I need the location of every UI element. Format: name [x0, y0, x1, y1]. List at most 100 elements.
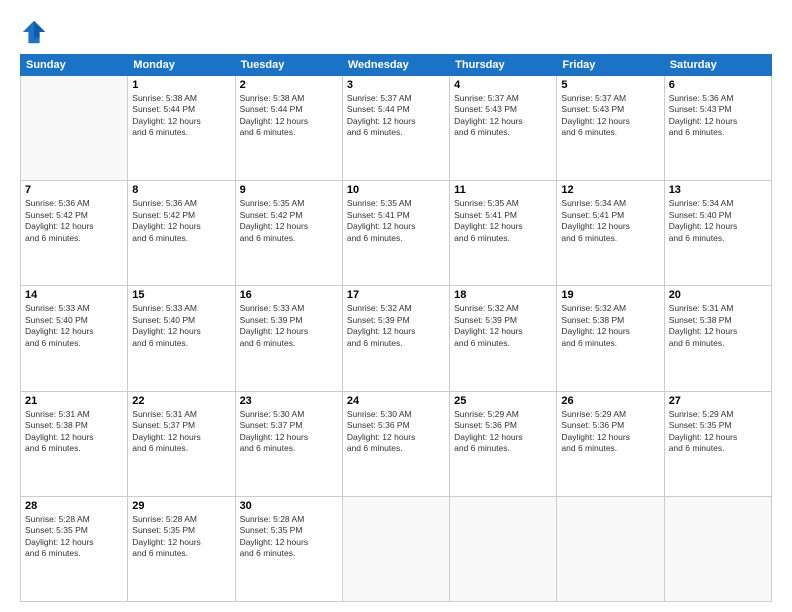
day-info: Sunrise: 5:38 AM Sunset: 5:44 PM Dayligh… [240, 93, 338, 139]
calendar-cell: 1 Sunrise: 5:38 AM Sunset: 5:44 PM Daylig… [128, 76, 235, 181]
day-info: Sunrise: 5:37 AM Sunset: 5:43 PM Dayligh… [454, 93, 552, 139]
calendar-cell [21, 76, 128, 181]
calendar-cell [342, 496, 449, 601]
calendar-cell: 27 Sunrise: 5:29 AM Sunset: 5:35 PM Dayli… [664, 391, 771, 496]
day-info: Sunrise: 5:35 AM Sunset: 5:42 PM Dayligh… [240, 198, 338, 244]
calendar-cell: 19 Sunrise: 5:32 AM Sunset: 5:38 PM Dayli… [557, 286, 664, 391]
day-info: Sunrise: 5:33 AM Sunset: 5:39 PM Dayligh… [240, 303, 338, 349]
day-number: 21 [25, 395, 123, 407]
calendar-cell: 9 Sunrise: 5:35 AM Sunset: 5:42 PM Daylig… [235, 181, 342, 286]
day-info: Sunrise: 5:37 AM Sunset: 5:44 PM Dayligh… [347, 93, 445, 139]
calendar-cell: 6 Sunrise: 5:36 AM Sunset: 5:43 PM Daylig… [664, 76, 771, 181]
weekday-header-thursday: Thursday [450, 55, 557, 76]
day-info: Sunrise: 5:36 AM Sunset: 5:42 PM Dayligh… [132, 198, 230, 244]
day-number: 14 [25, 289, 123, 301]
day-number: 4 [454, 79, 552, 91]
calendar-cell: 10 Sunrise: 5:35 AM Sunset: 5:41 PM Dayli… [342, 181, 449, 286]
day-number: 19 [561, 289, 659, 301]
header [20, 18, 772, 46]
day-number: 30 [240, 500, 338, 512]
day-number: 7 [25, 184, 123, 196]
day-number: 9 [240, 184, 338, 196]
day-number: 27 [669, 395, 767, 407]
day-number: 1 [132, 79, 230, 91]
day-number: 2 [240, 79, 338, 91]
calendar-cell: 5 Sunrise: 5:37 AM Sunset: 5:43 PM Daylig… [557, 76, 664, 181]
page: SundayMondayTuesdayWednesdayThursdayFrid… [0, 0, 792, 612]
day-info: Sunrise: 5:34 AM Sunset: 5:41 PM Dayligh… [561, 198, 659, 244]
calendar-cell: 26 Sunrise: 5:29 AM Sunset: 5:36 PM Dayli… [557, 391, 664, 496]
day-info: Sunrise: 5:37 AM Sunset: 5:43 PM Dayligh… [561, 93, 659, 139]
calendar-cell: 8 Sunrise: 5:36 AM Sunset: 5:42 PM Daylig… [128, 181, 235, 286]
day-number: 26 [561, 395, 659, 407]
weekday-header-wednesday: Wednesday [342, 55, 449, 76]
day-number: 6 [669, 79, 767, 91]
day-info: Sunrise: 5:31 AM Sunset: 5:37 PM Dayligh… [132, 409, 230, 455]
day-number: 13 [669, 184, 767, 196]
day-number: 25 [454, 395, 552, 407]
day-number: 22 [132, 395, 230, 407]
day-info: Sunrise: 5:28 AM Sunset: 5:35 PM Dayligh… [25, 514, 123, 560]
calendar-cell [450, 496, 557, 601]
day-info: Sunrise: 5:33 AM Sunset: 5:40 PM Dayligh… [25, 303, 123, 349]
logo-icon [20, 18, 48, 46]
calendar-cell: 2 Sunrise: 5:38 AM Sunset: 5:44 PM Daylig… [235, 76, 342, 181]
calendar-cell: 24Sunrise: 5:30 AM Sunset: 5:36 PM Dayli… [342, 391, 449, 496]
day-info: Sunrise: 5:38 AM Sunset: 5:44 PM Dayligh… [132, 93, 230, 139]
calendar-cell: 12 Sunrise: 5:34 AM Sunset: 5:41 PM Dayli… [557, 181, 664, 286]
day-info: Sunrise: 5:33 AM Sunset: 5:40 PM Dayligh… [132, 303, 230, 349]
calendar-cell: 4 Sunrise: 5:37 AM Sunset: 5:43 PM Daylig… [450, 76, 557, 181]
day-number: 18 [454, 289, 552, 301]
week-row-3: 14 Sunrise: 5:33 AM Sunset: 5:40 PM Dayli… [21, 286, 772, 391]
day-number: 8 [132, 184, 230, 196]
week-row-1: 1 Sunrise: 5:38 AM Sunset: 5:44 PM Daylig… [21, 76, 772, 181]
weekday-header-sunday: Sunday [21, 55, 128, 76]
weekday-header-monday: Monday [128, 55, 235, 76]
day-info: Sunrise: 5:32 AM Sunset: 5:38 PM Dayligh… [561, 303, 659, 349]
day-info: Sunrise: 5:36 AM Sunset: 5:43 PM Dayligh… [669, 93, 767, 139]
day-number: 5 [561, 79, 659, 91]
calendar-cell: 3 Sunrise: 5:37 AM Sunset: 5:44 PM Daylig… [342, 76, 449, 181]
calendar-cell: 18 Sunrise: 5:32 AM Sunset: 5:39 PM Dayli… [450, 286, 557, 391]
calendar-cell: 17Sunrise: 5:32 AM Sunset: 5:39 PM Dayli… [342, 286, 449, 391]
day-number: 28 [25, 500, 123, 512]
day-number: 29 [132, 500, 230, 512]
calendar-cell: 30Sunrise: 5:28 AM Sunset: 5:35 PM Dayli… [235, 496, 342, 601]
day-info: Sunrise: 5:34 AM Sunset: 5:40 PM Dayligh… [669, 198, 767, 244]
calendar-cell [557, 496, 664, 601]
calendar-cell: 29 Sunrise: 5:28 AM Sunset: 5:35 PM Dayli… [128, 496, 235, 601]
calendar-cell: 21 Sunrise: 5:31 AM Sunset: 5:38 PM Dayli… [21, 391, 128, 496]
week-row-4: 21 Sunrise: 5:31 AM Sunset: 5:38 PM Dayli… [21, 391, 772, 496]
day-number: 16 [240, 289, 338, 301]
day-number: 11 [454, 184, 552, 196]
day-info: Sunrise: 5:36 AM Sunset: 5:42 PM Dayligh… [25, 198, 123, 244]
calendar-table: SundayMondayTuesdayWednesdayThursdayFrid… [20, 54, 772, 602]
day-info: Sunrise: 5:31 AM Sunset: 5:38 PM Dayligh… [25, 409, 123, 455]
calendar-cell: 13 Sunrise: 5:34 AM Sunset: 5:40 PM Dayli… [664, 181, 771, 286]
calendar-cell: 7 Sunrise: 5:36 AM Sunset: 5:42 PM Daylig… [21, 181, 128, 286]
day-number: 10 [347, 184, 445, 196]
day-info: Sunrise: 5:29 AM Sunset: 5:35 PM Dayligh… [669, 409, 767, 455]
day-info: Sunrise: 5:31 AM Sunset: 5:38 PM Dayligh… [669, 303, 767, 349]
calendar-cell: 25 Sunrise: 5:29 AM Sunset: 5:36 PM Dayli… [450, 391, 557, 496]
day-info: Sunrise: 5:28 AM Sunset: 5:35 PM Dayligh… [132, 514, 230, 560]
day-number: 23 [240, 395, 338, 407]
day-number: 20 [669, 289, 767, 301]
week-row-5: 28 Sunrise: 5:28 AM Sunset: 5:35 PM Dayli… [21, 496, 772, 601]
day-number: 12 [561, 184, 659, 196]
calendar-cell: 14 Sunrise: 5:33 AM Sunset: 5:40 PM Dayli… [21, 286, 128, 391]
day-info: Sunrise: 5:30 AM Sunset: 5:37 PM Dayligh… [240, 409, 338, 455]
calendar-cell: 11Sunrise: 5:35 AM Sunset: 5:41 PM Dayli… [450, 181, 557, 286]
day-number: 15 [132, 289, 230, 301]
day-number: 3 [347, 79, 445, 91]
weekday-header-saturday: Saturday [664, 55, 771, 76]
calendar-cell: 20 Sunrise: 5:31 AM Sunset: 5:38 PM Dayli… [664, 286, 771, 391]
calendar-cell [664, 496, 771, 601]
week-row-2: 7 Sunrise: 5:36 AM Sunset: 5:42 PM Daylig… [21, 181, 772, 286]
day-info: Sunrise: 5:29 AM Sunset: 5:36 PM Dayligh… [561, 409, 659, 455]
day-info: Sunrise: 5:32 AM Sunset: 5:39 PM Dayligh… [454, 303, 552, 349]
day-info: Sunrise: 5:29 AM Sunset: 5:36 PM Dayligh… [454, 409, 552, 455]
calendar-cell: 22 Sunrise: 5:31 AM Sunset: 5:37 PM Dayli… [128, 391, 235, 496]
day-info: Sunrise: 5:35 AM Sunset: 5:41 PM Dayligh… [347, 198, 445, 244]
logo [20, 18, 50, 46]
